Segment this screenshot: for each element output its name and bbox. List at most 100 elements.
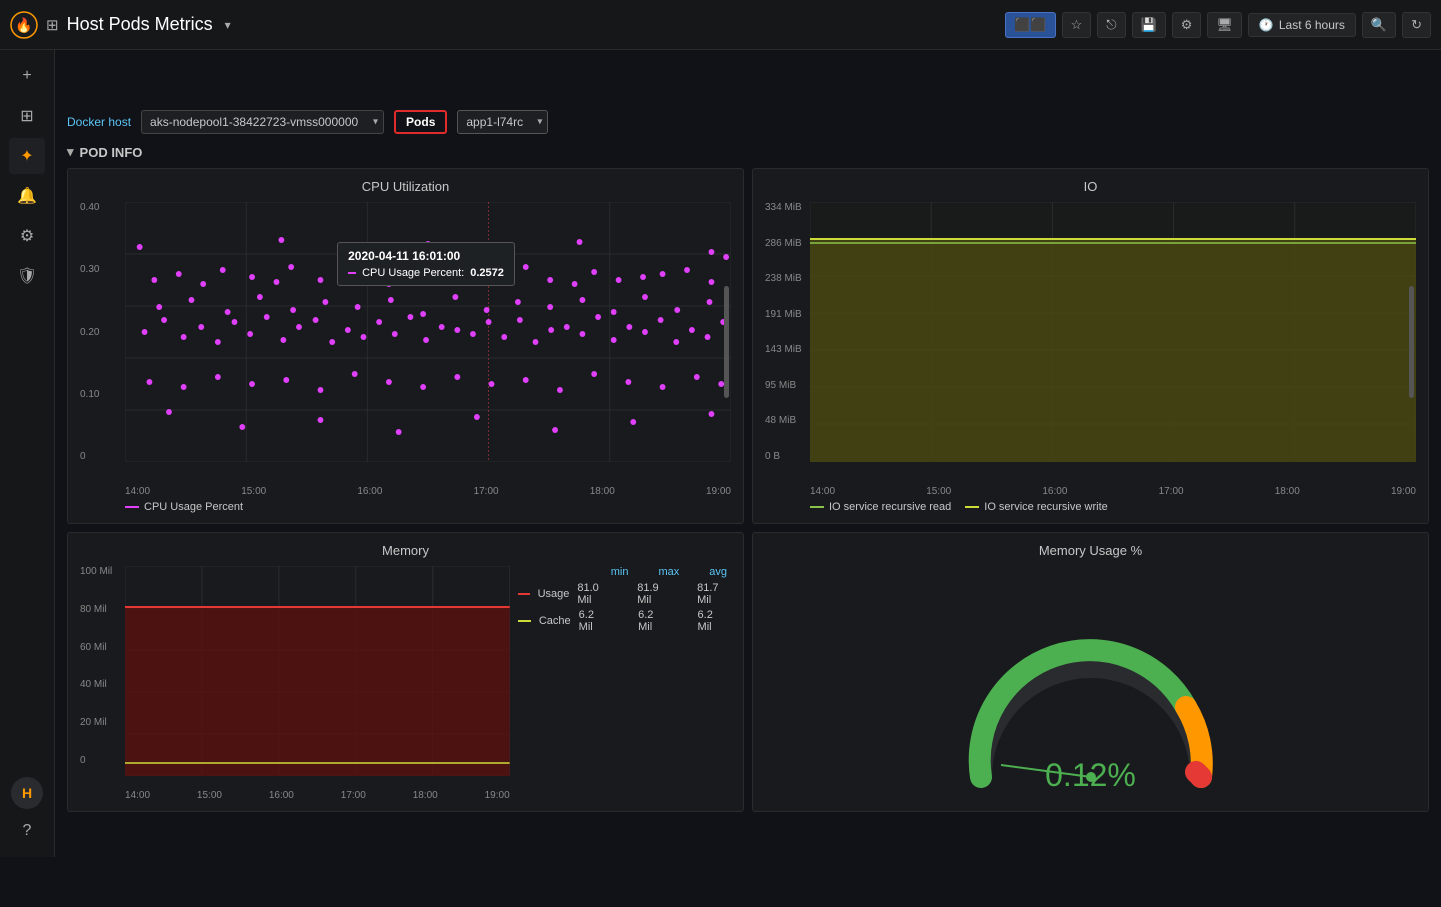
alerting-icon: 🔔 <box>17 186 37 206</box>
dashboard-view-icon: ⬛⬛ <box>1014 17 1046 33</box>
title-caret[interactable]: ▾ <box>225 18 231 32</box>
memory-chart-svg-wrap[interactable] <box>125 566 510 776</box>
charts-top-row: CPU Utilization 0.40 0.30 0.20 0.10 0 <box>67 168 1429 524</box>
io-read-legend-item: IO service recursive read <box>810 501 951 513</box>
usage-max: 81.9 Mil <box>637 582 667 606</box>
cpu-chart-inner: 0.40 0.30 0.20 0.10 0 <box>80 202 731 482</box>
usage-legend-line <box>518 593 530 595</box>
memory-chart-title: Memory <box>80 543 731 558</box>
pods-select-wrap: app1-l74rc <box>457 110 548 134</box>
docker-host-select[interactable]: aks-nodepool1-38422723-vmss000000 <box>141 110 384 134</box>
search-btn[interactable]: 🔍 <box>1362 12 1396 38</box>
cpu-chart-svg-wrap[interactable]: 2020-04-11 16:01:00 CPU Usage Percent: 0… <box>125 202 731 462</box>
pod-info-section-header: ▾ POD INFO <box>67 144 1429 160</box>
io-chart-svg <box>810 202 1416 462</box>
cpu-y-axis: 0.40 0.30 0.20 0.10 0 <box>80 202 99 462</box>
help-icon: H <box>22 785 32 801</box>
cache-label: Cache <box>539 615 571 627</box>
share-btn[interactable]: ⎋ <box>1097 12 1125 38</box>
gear-icon: ⚙ <box>1181 17 1193 33</box>
memory-x-axis: 14:00 15:00 16:00 17:00 18:00 19:00 <box>125 790 510 801</box>
dashboards-icon: ⊞ <box>20 106 33 126</box>
io-write-legend-item: IO service recursive write <box>965 501 1107 513</box>
grafana-logo: 🔥 <box>10 11 38 39</box>
sidebar: + ⊞ ✦ 🔔 ⚙ 🛡 H ? <box>0 50 55 857</box>
charts-bottom-row: Memory 100 Mil 80 Mil 60 Mil 40 Mil 20 M… <box>67 532 1429 812</box>
save-btn[interactable]: 💾 <box>1132 12 1166 38</box>
settings-btn[interactable]: ⚙ <box>1172 12 1202 38</box>
cpu-chart-title: CPU Utilization <box>80 179 731 194</box>
memory-chart-inner: 100 Mil 80 Mil 60 Mil 40 Mil 20 Mil 0 <box>80 566 510 786</box>
cpu-scrollbar[interactable] <box>724 286 729 398</box>
usage-label: Usage <box>538 588 570 600</box>
star-btn[interactable]: ☆ <box>1062 12 1092 38</box>
cpu-chart-panel: CPU Utilization 0.40 0.30 0.20 0.10 0 <box>67 168 744 524</box>
refresh-icon: ↻ <box>1411 17 1422 33</box>
star-icon: ☆ <box>1071 17 1083 33</box>
filterbar: Docker host aks-nodepool1-38422723-vmss0… <box>67 110 1429 134</box>
io-chart-title: IO <box>765 179 1416 194</box>
io-x-axis: 14:00 15:00 16:00 17:00 18:00 19:00 <box>810 486 1416 497</box>
sidebar-item-question[interactable]: ? <box>9 813 45 849</box>
cache-min: 6.2 Mil <box>579 609 608 633</box>
gauge-value: 0.12% <box>1045 757 1136 794</box>
cpu-legend-line <box>125 506 139 508</box>
svg-text:🔥: 🔥 <box>15 17 32 34</box>
cache-avg: 6.2 Mil <box>698 609 727 633</box>
memory-chart-svg <box>125 566 510 776</box>
sidebar-item-dashboards[interactable]: ⊞ <box>9 98 45 134</box>
cpu-chart-svg <box>125 202 731 462</box>
add-icon: + <box>22 67 31 85</box>
stat-min-label: min <box>611 566 629 578</box>
io-scrollbar[interactable] <box>1409 286 1414 398</box>
monitor-icon: 🖥 <box>1216 17 1233 33</box>
io-read-legend-line <box>810 506 824 508</box>
memory-y-axis: 100 Mil 80 Mil 60 Mil 40 Mil 20 Mil 0 <box>80 566 112 766</box>
gauge-title: Memory Usage % <box>765 543 1416 558</box>
explore-icon: ✦ <box>20 146 33 166</box>
sidebar-item-config[interactable]: ⚙ <box>9 218 45 254</box>
sidebar-item-add[interactable]: + <box>9 58 45 94</box>
pod-info-label: POD INFO <box>80 145 143 160</box>
refresh-btn[interactable]: ↻ <box>1402 12 1431 38</box>
docker-host-select-wrap: aks-nodepool1-38422723-vmss000000 <box>141 110 384 134</box>
usage-avg: 81.7 Mil <box>697 582 727 606</box>
cache-stat-row: Cache 6.2 Mil 6.2 Mil 6.2 Mil <box>518 609 731 633</box>
time-range-label: Last 6 hours <box>1279 18 1345 32</box>
sidebar-item-shield[interactable]: 🛡 <box>9 258 45 294</box>
stat-max-label: max <box>658 566 679 578</box>
memory-chart-area: 100 Mil 80 Mil 60 Mil 40 Mil 20 Mil 0 <box>80 566 510 801</box>
cpu-legend-item: CPU Usage Percent <box>125 501 243 513</box>
monitor-btn[interactable]: 🖥 <box>1207 12 1242 38</box>
cache-max: 6.2 Mil <box>638 609 667 633</box>
topbar-right: ⬛⬛ ☆ ⎋ 💾 ⚙ 🖥 🕐 Last 6 hours 🔍 ↻ <box>1005 12 1431 38</box>
sidebar-item-alerting[interactable]: 🔔 <box>9 178 45 214</box>
io-chart-inner: 334 MiB 286 MiB 238 MiB 191 MiB 143 MiB … <box>765 202 1416 482</box>
share-icon: ⎋ <box>1106 17 1116 33</box>
cpu-scatter-dots <box>137 237 729 435</box>
section-collapse-btn[interactable]: ▾ <box>67 144 74 160</box>
gauge-panel: Memory Usage % 0.12% <box>752 532 1429 812</box>
cache-legend-line <box>518 620 531 622</box>
shield-icon: 🛡 <box>17 266 37 286</box>
sidebar-item-explore[interactable]: ✦ <box>9 138 45 174</box>
save-icon: 💾 <box>1141 17 1157 33</box>
time-range-picker[interactable]: 🕐 Last 6 hours <box>1248 13 1356 37</box>
cpu-x-axis: 14:00 15:00 16:00 17:00 18:00 19:00 <box>125 486 731 497</box>
gauge-container: 0.12% <box>765 566 1416 812</box>
question-icon: ? <box>23 822 32 840</box>
sidebar-bottom: H ? <box>9 777 45 849</box>
cache-stat-values: 6.2 Mil 6.2 Mil 6.2 Mil <box>579 609 731 633</box>
io-chart-svg-wrap[interactable] <box>810 202 1416 462</box>
topbar: 🔥 ⊞ Host Pods Metrics ▾ ⬛⬛ ☆ ⎋ 💾 ⚙ 🖥 🕐 L… <box>0 0 1441 50</box>
io-write-legend-label: IO service recursive write <box>984 501 1107 513</box>
memory-stats-header: min max avg <box>518 566 731 578</box>
clock-icon: 🕐 <box>1259 18 1274 32</box>
pods-select[interactable]: app1-l74rc <box>457 110 548 134</box>
dashboard-view-btn[interactable]: ⬛⬛ <box>1005 12 1055 38</box>
config-icon: ⚙ <box>20 226 34 246</box>
stat-avg-label: avg <box>709 566 727 578</box>
cpu-legend-label: CPU Usage Percent <box>144 501 243 513</box>
sidebar-item-help[interactable]: H <box>11 777 43 809</box>
pods-button[interactable]: Pods <box>394 110 447 134</box>
